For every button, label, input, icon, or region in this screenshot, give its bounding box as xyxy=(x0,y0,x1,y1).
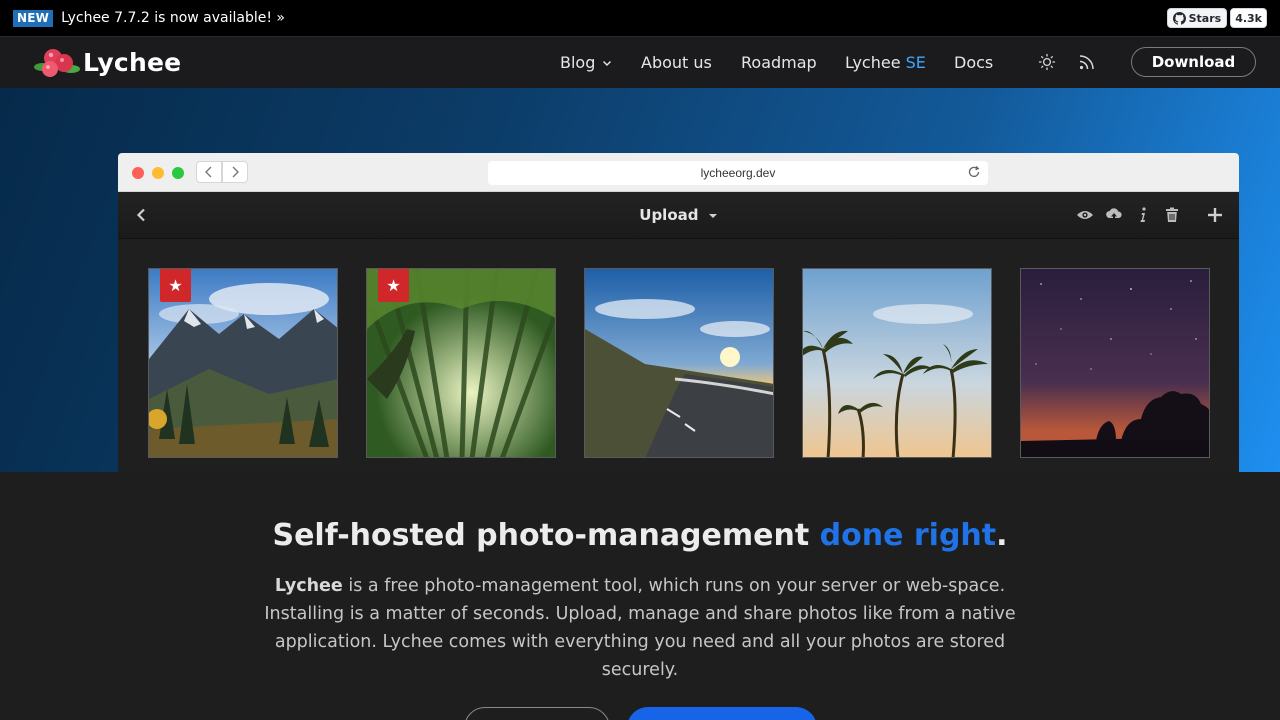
headline-end: . xyxy=(996,518,1008,553)
browser-url-text: lycheeorg.dev xyxy=(700,166,776,180)
description-text: is a free photo-management tool, which r… xyxy=(264,576,1016,680)
starred-badge-icon: ★ xyxy=(378,269,409,302)
primary-cta-button[interactable] xyxy=(627,707,817,720)
trash-icon[interactable] xyxy=(1165,207,1179,223)
lychee-toolbar: Upload xyxy=(118,192,1239,239)
photo-thumbnail-road[interactable] xyxy=(584,268,774,458)
minimize-dot-icon xyxy=(152,167,164,179)
headline-part1: Self-hosted photo-management xyxy=(272,518,820,553)
browser-mockup: lycheeorg.dev Upload ★ ★ xyxy=(118,153,1239,472)
photo-night-image xyxy=(1021,269,1209,457)
github-stars-label: Stars xyxy=(1188,11,1222,25)
close-dot-icon xyxy=(132,167,144,179)
hero-headline: Self-hosted photo-management done right. xyxy=(0,518,1280,553)
plus-icon[interactable] xyxy=(1208,208,1222,222)
reload-icon[interactable] xyxy=(967,165,981,179)
chevron-right-icon xyxy=(232,166,239,178)
caret-down-icon xyxy=(708,214,717,218)
description-brand: Lychee xyxy=(274,576,343,596)
photo-thumbnail-mountains[interactable]: ★ xyxy=(148,268,338,458)
photo-thumbnail-night[interactable] xyxy=(1020,268,1210,458)
upload-menu[interactable]: Upload xyxy=(118,206,1239,224)
secondary-cta-button[interactable] xyxy=(464,707,610,720)
download-button[interactable]: Download xyxy=(1131,47,1256,77)
nav-about[interactable]: About us xyxy=(641,53,712,72)
nav-blog-label: Blog xyxy=(560,53,596,72)
new-badge: NEW xyxy=(13,9,54,27)
browser-titlebar: lycheeorg.dev xyxy=(118,153,1239,192)
photo-palms-image xyxy=(803,269,991,457)
hero-description: Lychee is a free photo-management tool, … xyxy=(262,572,1018,684)
nav-lychee-se[interactable]: Lychee SE xyxy=(845,53,926,72)
browser-forward-button[interactable] xyxy=(222,161,248,183)
headline-highlight: done right xyxy=(819,518,997,553)
announcement-link[interactable]: Lychee 7.7.2 is now available! » xyxy=(61,10,285,26)
eye-icon[interactable] xyxy=(1076,209,1094,221)
photo-thumbnail-bamboo[interactable]: ★ xyxy=(366,268,556,458)
logo-text: Lychee xyxy=(83,47,182,77)
logo-link[interactable]: Lychee xyxy=(33,45,181,79)
photo-thumbnail-palms[interactable] xyxy=(802,268,992,458)
photo-road-image xyxy=(585,269,773,457)
main-nav: Lychee Blog About us Roadmap Lychee SE D… xyxy=(0,36,1280,88)
theme-toggle-sun-icon[interactable] xyxy=(1038,53,1056,75)
browser-url-bar[interactable]: lycheeorg.dev xyxy=(488,161,988,185)
toolbar-title: Upload xyxy=(639,206,699,224)
github-stars-count[interactable]: 4.3k xyxy=(1230,8,1267,28)
nav-roadmap[interactable]: Roadmap xyxy=(741,53,817,72)
hero-section: lycheeorg.dev Upload ★ ★ xyxy=(0,88,1280,472)
chevron-down-icon xyxy=(603,61,612,66)
nav-se-suffix: SE xyxy=(905,53,926,72)
nav-se-prefix: Lychee xyxy=(845,53,901,72)
maximize-dot-icon xyxy=(172,167,184,179)
info-icon[interactable] xyxy=(1139,207,1147,223)
lychee-fruit-icon xyxy=(34,49,80,77)
browser-back-button[interactable] xyxy=(196,161,222,183)
cloud-upload-icon[interactable] xyxy=(1105,207,1123,223)
chevron-left-icon xyxy=(205,166,212,178)
starred-badge-icon: ★ xyxy=(160,269,191,302)
nav-docs[interactable]: Docs xyxy=(954,53,993,72)
github-stars-widget: Stars 4.3k xyxy=(1166,8,1267,28)
announcement-bar: NEW Lychee 7.7.2 is now available! » Sta… xyxy=(0,0,1280,36)
github-stars-button[interactable]: Stars xyxy=(1166,8,1228,28)
github-icon xyxy=(1172,11,1186,25)
rss-icon[interactable] xyxy=(1078,53,1096,75)
nav-blog[interactable]: Blog xyxy=(560,53,612,72)
